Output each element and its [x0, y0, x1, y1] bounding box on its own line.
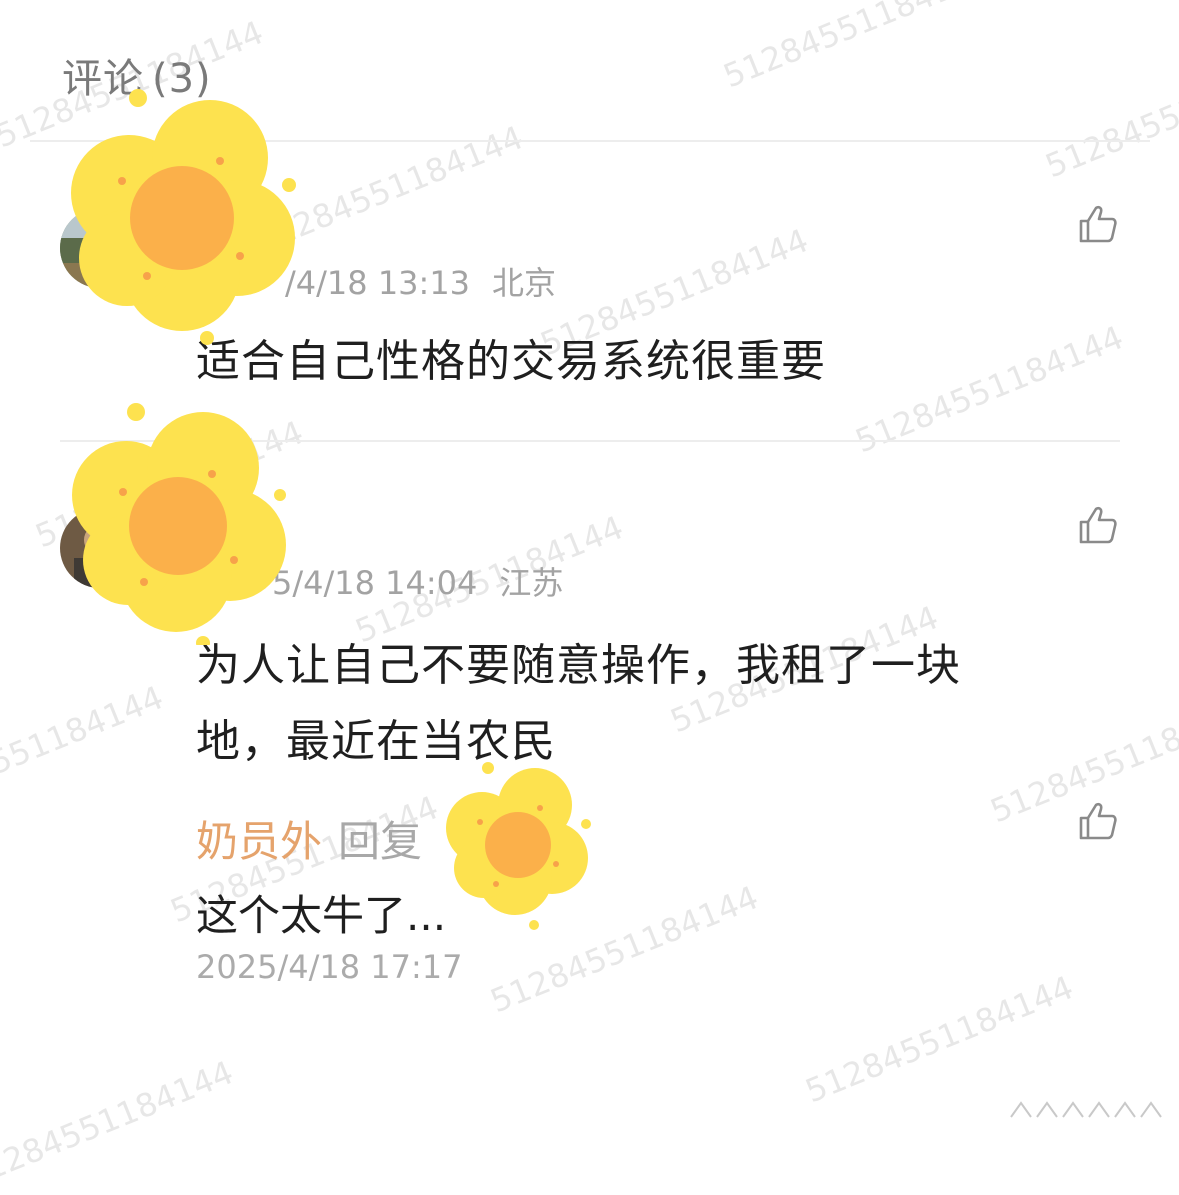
comment-content-line: 为人让自己不要随意操作，我租了一块 [196, 640, 961, 691]
header-divider [30, 140, 1150, 142]
comment-meta: /4/18 13:13 北京 [285, 258, 556, 304]
comments-count: (3) [152, 56, 212, 102]
comment-meta: 5/4/18 14:04 江苏 [272, 558, 563, 604]
watermark: 51284551184144 [1040, 43, 1179, 186]
like-button[interactable] [1077, 203, 1119, 245]
reply-verb: 回复 [338, 817, 423, 866]
reply-author[interactable]: 奶员外 [196, 817, 322, 866]
watermark: 51284551184144 [850, 318, 1129, 461]
like-button[interactable] [1077, 504, 1119, 546]
comment-content: 适合自己性格的交易系统很重要 [196, 336, 826, 387]
avatar[interactable] [60, 208, 140, 288]
watermark: 51284551184144 [0, 678, 169, 821]
comment-content-line: 地，最近在当农民 [196, 716, 556, 767]
reply-header: 奶员外 回复 [196, 808, 422, 869]
avatar[interactable] [60, 508, 140, 588]
comment-time: /4/18 13:13 [285, 264, 471, 302]
flower-sticker [446, 762, 591, 930]
comment-content: 为人让自己不要随意操作，我租了一块 地，最近在当农民 [196, 628, 961, 780]
comments-label: 评论 [62, 56, 144, 102]
watermark: 51284551184144 [718, 0, 997, 96]
comment-location: 江苏 [499, 564, 564, 602]
brand-watermark-mark [1010, 1101, 1162, 1118]
watermark: 51284551184144 [0, 1053, 239, 1195]
watermark: 51284551184144 [485, 878, 764, 1021]
thumbs-up-icon [1079, 802, 1117, 840]
watermark: 51284551184144 [800, 968, 1079, 1111]
comments-title: 评论 (3) [62, 46, 212, 104]
comment-time: 5/4/18 14:04 [272, 564, 478, 602]
reply-content: 这个太牛了... [196, 891, 447, 940]
avatar-image [60, 208, 140, 288]
comment-location: 北京 [492, 264, 557, 302]
reply-time: 2025/4/18 17:17 [196, 948, 463, 986]
comment-divider [60, 440, 1120, 442]
thumbs-up-icon [1079, 506, 1117, 544]
avatar-image [60, 508, 140, 588]
thumbs-up-icon [1079, 205, 1117, 243]
like-button[interactable] [1077, 800, 1119, 842]
